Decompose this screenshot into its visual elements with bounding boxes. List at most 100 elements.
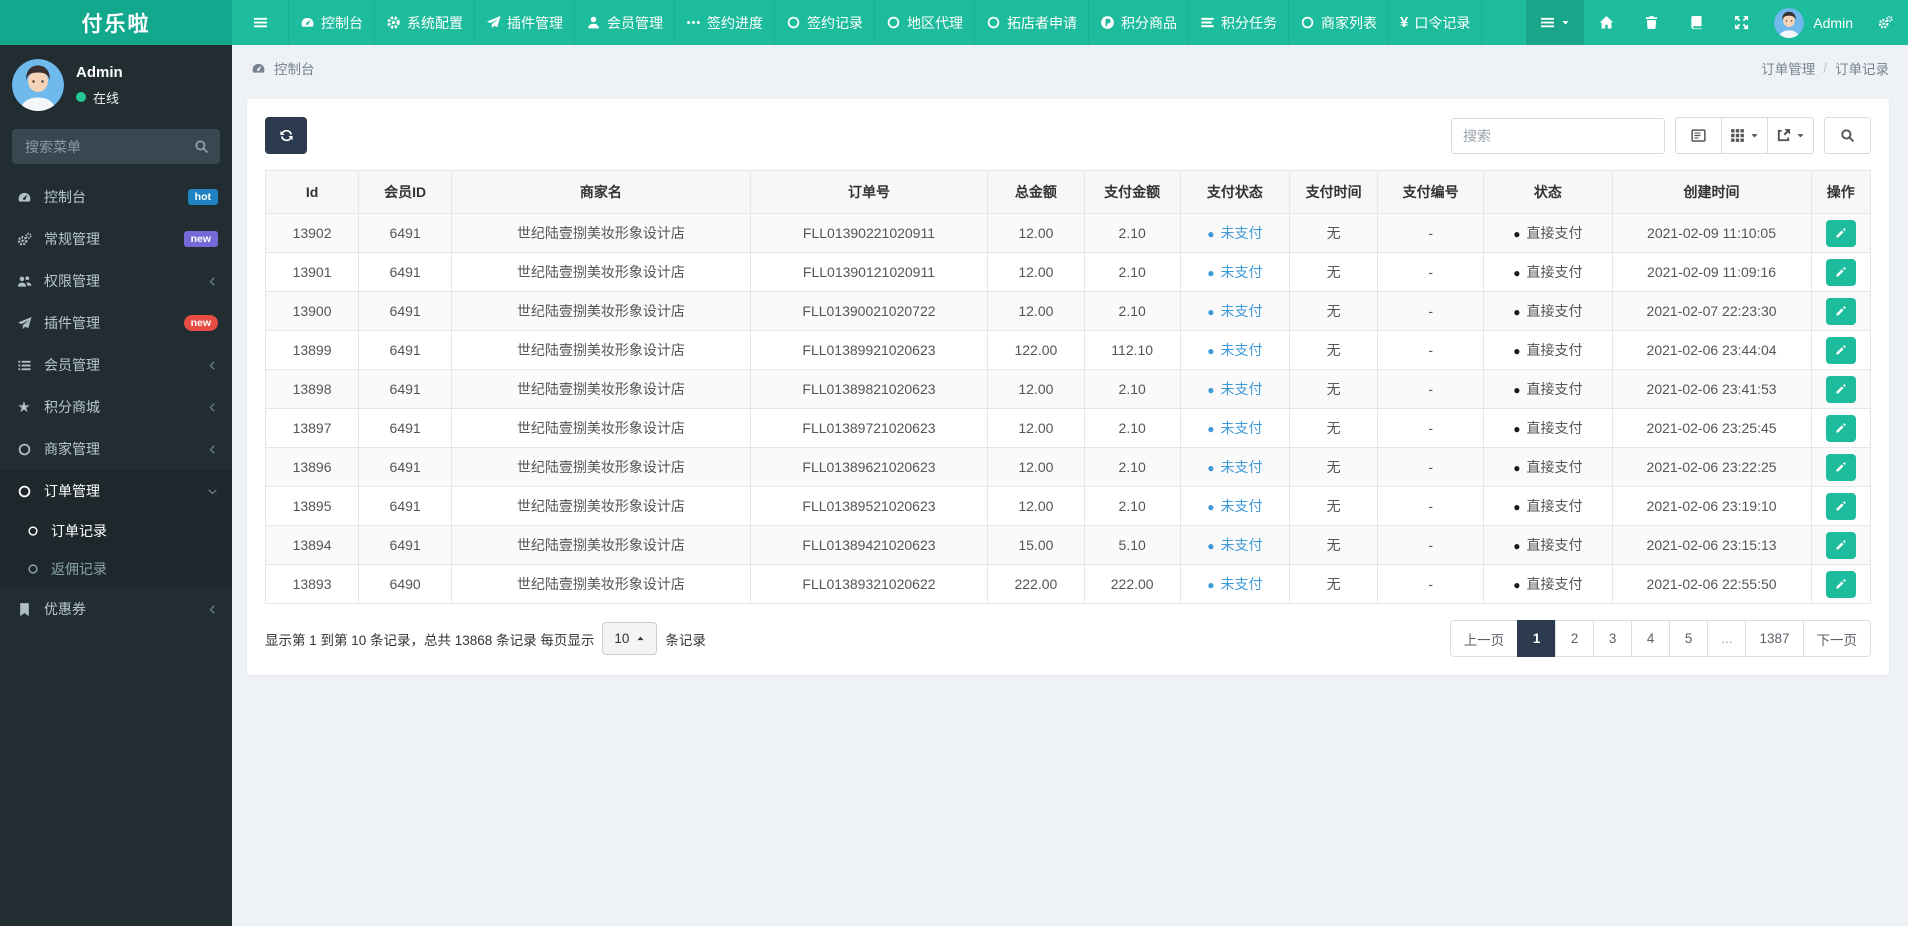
cell-order-no: FLL01389621020623 — [749, 447, 989, 487]
column-header[interactable]: 会员ID — [358, 170, 453, 214]
status-dot-icon: ● — [1207, 539, 1215, 553]
pencil-icon — [1835, 422, 1847, 434]
sidebar-item[interactable]: 订单管理 — [0, 470, 232, 512]
nav-item[interactable]: 积分商品 — [1088, 0, 1188, 45]
page-button[interactable]: 1 — [1517, 620, 1557, 657]
edit-button[interactable] — [1825, 258, 1856, 286]
status-text: 直接支付 — [1526, 381, 1583, 397]
cell-total: 12.00 — [987, 408, 1085, 448]
status-dot-icon: ● — [1513, 500, 1521, 514]
sidebar-item[interactable]: 优惠券 — [0, 588, 232, 630]
columns-button[interactable] — [1721, 117, 1768, 154]
refresh-button[interactable] — [265, 117, 307, 154]
chevron-left-icon — [207, 276, 218, 287]
pagination-ellipsis: ... — [1707, 620, 1747, 657]
sidebar-subitem[interactable]: 返佣记录 — [0, 550, 232, 588]
edit-button[interactable] — [1825, 570, 1856, 598]
sidebar-item[interactable]: 商家管理 — [0, 428, 232, 470]
nav-item[interactable]: 签约记录 — [774, 0, 874, 45]
fullscreen-button[interactable] — [1719, 0, 1764, 45]
detail-view-button[interactable] — [1675, 117, 1722, 154]
status-dot-icon: ● — [1513, 461, 1521, 475]
sidebar-item[interactable]: 常规管理 new — [0, 218, 232, 260]
edit-button[interactable] — [1825, 336, 1856, 364]
column-header[interactable]: 商家名 — [451, 170, 751, 214]
pay-status-text: 未支付 — [1220, 576, 1263, 592]
nav-item[interactable]: 签约进度 — [674, 0, 774, 45]
column-header[interactable]: 总金额 — [987, 170, 1085, 214]
sidebar-subitem[interactable]: 订单记录 — [0, 512, 232, 550]
nav-item[interactable]: 会员管理 — [574, 0, 674, 45]
clear-cache-button[interactable] — [1674, 0, 1719, 45]
cell-pay-status: ● 未支付 — [1179, 564, 1290, 604]
next-page-button[interactable]: 下一页 — [1802, 620, 1871, 657]
nav-item[interactable]: 控制台 — [288, 0, 374, 45]
edit-button[interactable] — [1825, 453, 1856, 481]
page-size-select[interactable]: 10 — [602, 622, 658, 655]
nav-item[interactable]: 商家列表 — [1288, 0, 1388, 45]
admin-menu[interactable]: Admin — [1764, 0, 1863, 45]
column-header[interactable]: 支付编号 — [1377, 170, 1485, 214]
trash-button[interactable] — [1629, 0, 1674, 45]
edit-button[interactable] — [1825, 414, 1856, 442]
column-header[interactable]: 支付金额 — [1083, 170, 1181, 214]
page-button[interactable]: 5 — [1669, 620, 1709, 657]
cell-id: 13893 — [264, 564, 360, 604]
sidebar-subitem-label: 订单记录 — [51, 523, 107, 539]
column-header[interactable]: 订单号 — [749, 170, 989, 214]
column-header[interactable]: 状态 — [1483, 170, 1613, 214]
nav-item[interactable]: 积分任务 — [1188, 0, 1288, 45]
home-button[interactable] — [1584, 0, 1629, 45]
breadcrumb[interactable]: 控制台 — [274, 58, 315, 78]
export-button[interactable] — [1767, 117, 1814, 154]
cell-created: 2021-02-06 23:22:25 — [1611, 447, 1812, 487]
caret-down-icon — [1561, 18, 1570, 27]
nav-item[interactable]: 拓店者申请 — [974, 0, 1088, 45]
nav-item[interactable]: 系统配置 — [374, 0, 474, 45]
page-button[interactable]: 1387 — [1745, 620, 1804, 657]
sidebar-menu-block: 优惠券 — [0, 588, 232, 630]
edit-button[interactable] — [1825, 492, 1856, 520]
sidebar-search-input[interactable] — [23, 137, 188, 156]
cell-paid: 222.00 — [1083, 564, 1181, 604]
column-header[interactable]: Id — [264, 170, 360, 214]
search-button[interactable] — [1824, 117, 1871, 154]
refresh-icon — [279, 128, 294, 143]
page-button[interactable]: 4 — [1631, 620, 1671, 657]
column-header[interactable]: 支付状态 — [1179, 170, 1290, 214]
column-header[interactable]: 支付时间 — [1288, 170, 1379, 214]
edit-button[interactable] — [1825, 219, 1856, 247]
nav-item[interactable]: 地区代理 — [874, 0, 974, 45]
sidebar-toggle-button[interactable] — [232, 0, 288, 45]
nav-item[interactable]: ¥ 口令记录 — [1388, 0, 1483, 45]
tasks-icon — [1200, 15, 1215, 30]
column-header[interactable]: 操作 — [1810, 170, 1872, 214]
page-button[interactable]: 3 — [1593, 620, 1633, 657]
cell-status: ● 直接支付 — [1483, 525, 1613, 565]
table-search-input[interactable] — [1451, 117, 1665, 154]
cell-order-no: FLL01389521020623 — [749, 486, 989, 526]
settings-button[interactable] — [1863, 0, 1908, 45]
breadcrumb-item[interactable]: 订单记录 — [1835, 58, 1889, 78]
tachometer-icon — [300, 15, 315, 30]
sidebar-item[interactable]: 插件管理 new — [0, 302, 232, 344]
sidebar-item[interactable]: 控制台 hot — [0, 176, 232, 218]
edit-button[interactable] — [1825, 297, 1856, 325]
bookmark-icon — [14, 602, 34, 617]
prev-page-button[interactable]: 上一页 — [1449, 620, 1519, 657]
avatar — [12, 59, 64, 111]
sidebar-item[interactable]: 会员管理 — [0, 344, 232, 386]
edit-button[interactable] — [1825, 531, 1856, 559]
nav-item[interactable]: 插件管理 — [474, 0, 574, 45]
nav-list-dropdown-button[interactable] — [1526, 0, 1585, 45]
column-header[interactable]: 创建时间 — [1611, 170, 1812, 214]
cell-pay-time: 无 — [1288, 564, 1379, 604]
breadcrumb-item[interactable]: 订单管理 — [1761, 58, 1815, 78]
brand-logo[interactable]: 付乐啦 — [0, 0, 232, 45]
edit-button[interactable] — [1825, 375, 1856, 403]
sidebar-item[interactable]: 权限管理 — [0, 260, 232, 302]
page-button[interactable]: 2 — [1555, 620, 1595, 657]
cell-merchant: 世纪陆壹捌美妆形象设计店 — [451, 525, 751, 565]
cell-order-no: FLL01389421020623 — [749, 525, 989, 565]
sidebar-item[interactable]: ★ 积分商城 — [0, 386, 232, 428]
